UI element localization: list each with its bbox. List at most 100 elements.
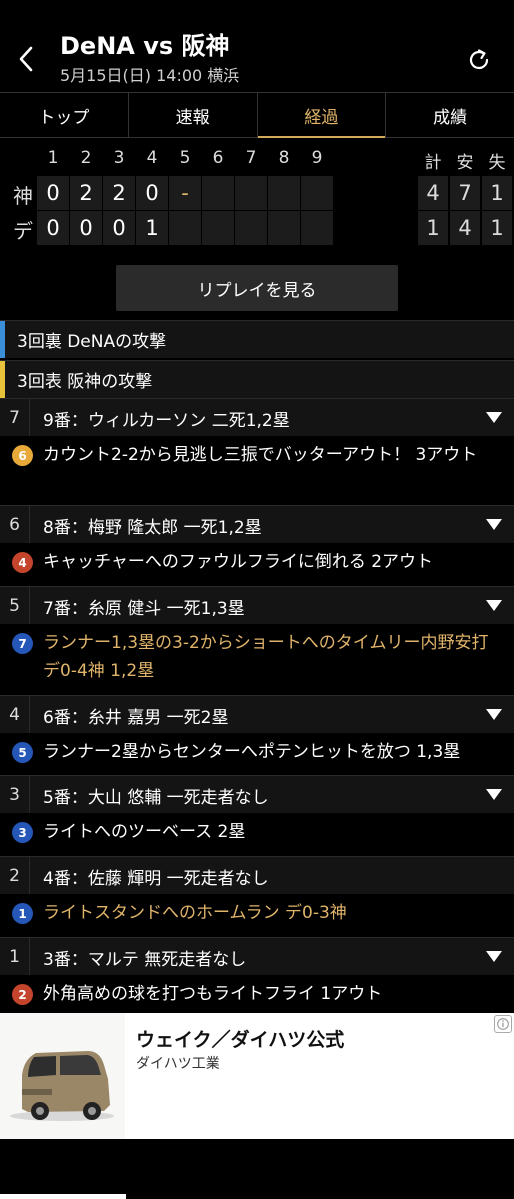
pitch-count-badge: 7 — [12, 633, 33, 654]
inning-stripe — [0, 321, 5, 358]
inning-score: 0 — [37, 211, 69, 245]
inning-number: 3 — [113, 148, 125, 168]
play-row: 4 キャッチャーへのファウルフライに倒れる 2アウト — [0, 543, 514, 585]
batter-row[interactable]: 4 6番：糸井 嘉男 一死2塁 — [0, 695, 514, 734]
header: DeNA vs 阪神 5月15日(日) 14:00 横浜 — [0, 0, 514, 92]
batter-row[interactable]: 1 3番：マルテ 無死走者なし — [0, 937, 514, 976]
play-row: 7 ランナー1,3塁の3-2からショートへのタイムリー内野安打 デ0-4神 1,2… — [0, 624, 514, 692]
at-bat-number: 2 — [0, 857, 30, 895]
team-abbrev: 神 — [13, 184, 33, 208]
at-bat-number: 4 — [0, 696, 30, 734]
back-arrow-icon[interactable] — [14, 44, 38, 74]
play-description: 外角高めの球を打つもライトフライ 1アウト — [43, 984, 383, 1004]
inning-number: 6 — [212, 148, 224, 168]
bottom-spacer — [0, 1139, 514, 1199]
inning-score — [301, 211, 333, 245]
inning-header[interactable]: 3回表 阪神の攻撃 — [0, 360, 514, 398]
inning-score: 0 — [103, 211, 135, 245]
expand-caret-icon[interactable] — [486, 600, 502, 611]
pitch-count-badge: 3 — [12, 822, 33, 843]
inning-score — [301, 176, 333, 210]
batter-info: 7番：糸原 健斗 一死1,3塁 — [43, 598, 245, 619]
batter-info: 4番：佐藤 輝明 一死走者なし — [43, 868, 269, 889]
ad-title[interactable]: ウェイク／ダイハツ公式 — [136, 1025, 344, 1052]
play-description: カウント2-2から見逃し三振でバッターアウト！ 3アウト — [43, 445, 478, 465]
home-indicator — [0, 1194, 126, 1199]
inning-score — [235, 211, 267, 245]
play-description: ランナー2塁からセンターへポテンヒットを放つ 1,3塁 — [43, 742, 461, 762]
batter-row[interactable]: 7 9番：ウィルカーソン 二死1,2塁 — [0, 398, 514, 437]
batter-row[interactable]: 6 8番：梅野 隆太郎 一死1,2塁 — [0, 505, 514, 544]
batter-info: 3番：マルテ 無死走者なし — [43, 949, 247, 970]
refresh-icon[interactable] — [466, 47, 492, 73]
play-row: 2 外角高めの球を打つもライトフライ 1アウト — [0, 975, 514, 1013]
tab-progress[interactable]: 経過 — [257, 93, 387, 138]
car-image — [0, 1013, 125, 1139]
inning-score — [202, 211, 234, 245]
expand-caret-icon[interactable] — [486, 951, 502, 962]
inning-header[interactable]: 3回裏 DeNAの攻撃 — [0, 320, 514, 358]
play-row: 6 カウント2-2から見逃し三振でバッターアウト！ 3アウト — [0, 436, 514, 504]
at-bat-number: 1 — [0, 938, 30, 976]
ad-advertiser: ダイハツ工業 — [136, 1056, 220, 1072]
total-score: 1 — [482, 211, 512, 245]
scoreboard: 123456789計安失神0220-471デ0001141 — [0, 140, 514, 250]
inning-score: 1 — [136, 211, 168, 245]
game-info: 5月15日(日) 14:00 横浜 — [60, 66, 240, 85]
play-row: 1 ライトスタンドへのホームラン デ0-3神 — [0, 894, 514, 936]
pitch-count-badge: 1 — [12, 903, 33, 924]
inning-score — [169, 211, 201, 245]
play-row: 5 ランナー2塁からセンターへポテンヒットを放つ 1,3塁 — [0, 733, 514, 775]
expand-caret-icon[interactable] — [486, 789, 502, 800]
inning-score — [235, 176, 267, 210]
inning-number: 7 — [245, 148, 257, 168]
ad-banner[interactable]: ウェイク／ダイハツ公式 ダイハツ工業 — [0, 1013, 514, 1139]
play-description: ランナー1,3塁の3-2からショートへのタイムリー内野安打 デ0-4神 1,2塁 — [43, 633, 489, 681]
inning-label: 3回表 阪神の攻撃 — [17, 372, 153, 392]
ad-image[interactable] — [0, 1013, 125, 1139]
totals-header: 安 — [456, 153, 474, 173]
play-description: ライトへのツーベース 2塁 — [43, 822, 246, 842]
pitch-count-badge: 4 — [12, 552, 33, 573]
tab-bar: トップ 速報 経過 成績 — [0, 92, 514, 138]
inning-score — [202, 176, 234, 210]
expand-caret-icon[interactable] — [486, 412, 502, 423]
inning-stripe — [0, 361, 5, 398]
inning-score: 2 — [103, 176, 135, 210]
at-bat-number: 7 — [0, 399, 30, 437]
at-bat-number: 6 — [0, 506, 30, 544]
total-score: 7 — [450, 176, 480, 210]
inning-score: 0 — [136, 176, 168, 210]
batter-row[interactable]: 2 4番：佐藤 輝明 一死走者なし — [0, 856, 514, 895]
pitch-count-badge: 2 — [12, 984, 33, 1005]
ad-choices-icon[interactable] — [494, 1015, 512, 1033]
tab-stats[interactable]: 成績 — [386, 93, 514, 137]
total-score: 4 — [450, 211, 480, 245]
tab-live[interactable]: 速報 — [129, 93, 258, 137]
inning-number: 5 — [179, 148, 191, 168]
batter-info: 5番：大山 悠輔 一死走者なし — [43, 787, 269, 808]
batter-row[interactable]: 5 7番：糸原 健斗 一死1,3塁 — [0, 586, 514, 625]
at-bat-number: 5 — [0, 587, 30, 625]
replay-button[interactable]: リプレイを見る — [116, 265, 398, 311]
inning-score: - — [169, 176, 201, 210]
inning-number: 1 — [47, 148, 59, 168]
at-bat-number: 3 — [0, 776, 30, 814]
batter-info: 9番：ウィルカーソン 二死1,2塁 — [43, 410, 290, 431]
inning-score: 0 — [37, 176, 69, 210]
pitch-count-badge: 5 — [12, 742, 33, 763]
totals-header: 計 — [424, 153, 442, 173]
inning-score — [268, 176, 300, 210]
play-description: キャッチャーへのファウルフライに倒れる 2アウト — [43, 552, 434, 572]
expand-caret-icon[interactable] — [486, 519, 502, 530]
batter-row[interactable]: 3 5番：大山 悠輔 一死走者なし — [0, 775, 514, 814]
totals-header: 失 — [488, 153, 506, 173]
expand-caret-icon[interactable] — [486, 709, 502, 720]
play-description: ライトスタンドへのホームラン デ0-3神 — [43, 903, 347, 923]
batter-info: 6番：糸井 嘉男 一死2塁 — [43, 707, 229, 728]
inning-label: 3回裏 DeNAの攻撃 — [17, 332, 167, 352]
inning-score — [268, 211, 300, 245]
tab-top[interactable]: トップ — [0, 93, 129, 137]
team-abbrev: デ — [13, 219, 33, 243]
page-title: DeNA vs 阪神 — [60, 32, 230, 60]
